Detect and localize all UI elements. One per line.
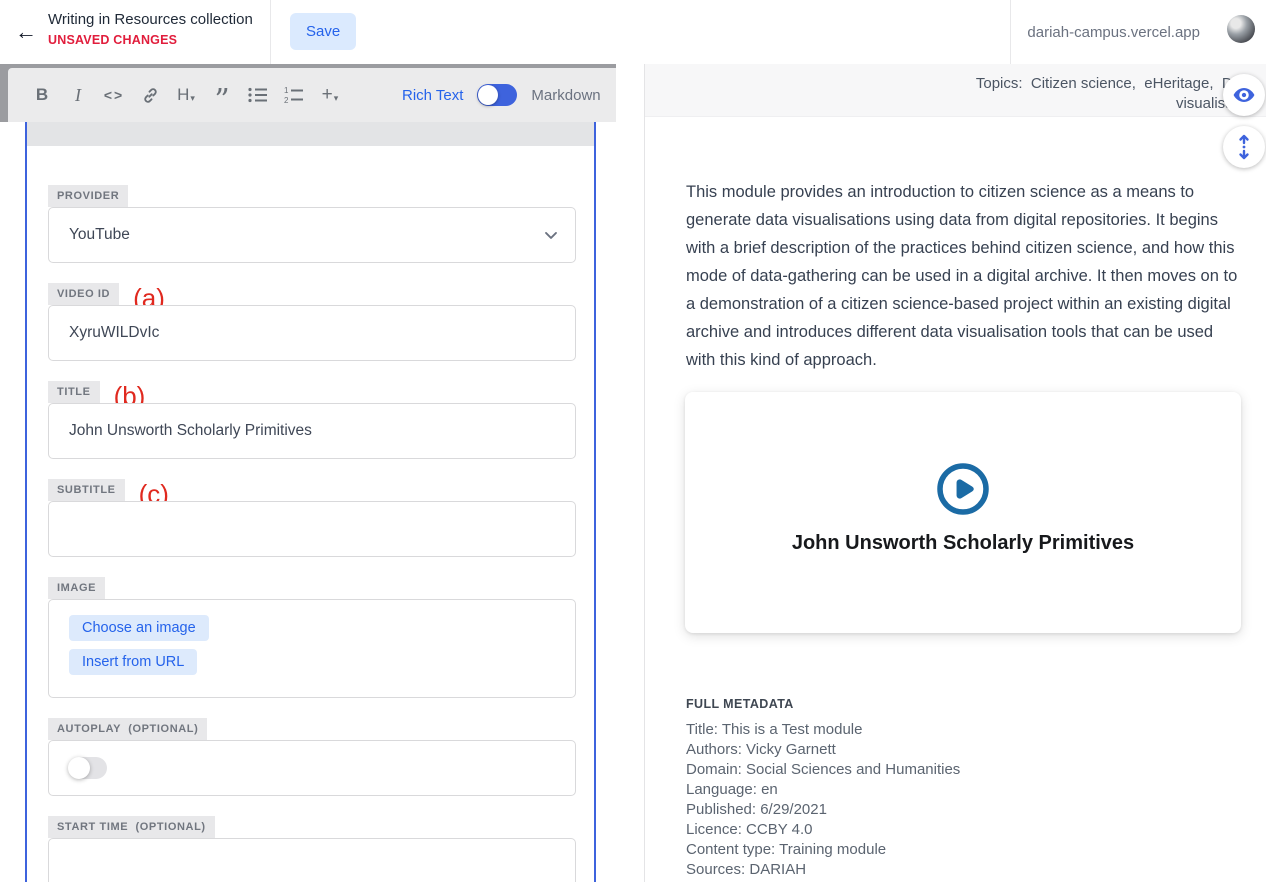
deployment-site-label: dariah-campus.vercel.app (1027, 24, 1200, 41)
save-button[interactable]: Save (290, 13, 356, 50)
title-label: TITLE (48, 381, 100, 403)
add-block-button[interactable]: +▾ (312, 77, 348, 113)
block-header-strip[interactable] (27, 122, 594, 146)
numbered-list-icon: 1 2 (284, 86, 304, 104)
image-field: IMAGE Choose an image Insert from URL (48, 577, 594, 698)
bulleted-list-icon (248, 87, 268, 103)
metadata-list: Title: This is a Test module Authors: Vi… (686, 720, 960, 880)
add-block-icon: + (322, 84, 333, 106)
scroll-sync-button[interactable] (1223, 126, 1265, 168)
numbered-list-button[interactable]: 1 2 (276, 77, 312, 113)
richtext-toolbar: B I <> H▾ ” (8, 68, 616, 122)
code-button[interactable]: <> (96, 77, 132, 113)
blockquote-button[interactable]: ” (204, 77, 240, 113)
unsaved-changes-badge: UNSAVED CHANGES (48, 33, 253, 47)
video-block-fields: PROVIDER YouTube VIDEO ID(a) XyruWILDvIc… (27, 185, 594, 882)
preview-panel: Topics: Citizen science, eHeritage, Da v… (644, 64, 1266, 882)
insert-from-url-button[interactable]: Insert from URL (69, 649, 197, 675)
preview-visibility-button[interactable] (1223, 74, 1265, 116)
toggle-knob (68, 757, 90, 779)
heading-icon: H (177, 85, 189, 105)
topics-band: Topics: Citizen science, eHeritage, Da v… (645, 64, 1266, 117)
video-block-selected[interactable]: PROVIDER YouTube VIDEO ID(a) XyruWILDvIc… (25, 122, 596, 882)
markdown-mode-label: Markdown (531, 87, 600, 104)
module-description: This module provides an introduction to … (686, 178, 1244, 374)
autoplay-label: AUTOPLAY (OPTIONAL) (48, 718, 207, 740)
svg-text:1: 1 (284, 86, 289, 95)
play-circle-icon (935, 461, 991, 517)
italic-button[interactable]: I (60, 77, 96, 113)
provider-value: YouTube (69, 226, 130, 243)
app-window: ← Writing in Resources collection UNSAVE… (0, 0, 1266, 882)
top-header: ← Writing in Resources collection UNSAVE… (0, 0, 1266, 64)
metadata-row-domain: Domain: Social Sciences and Humanities (686, 760, 960, 780)
chevron-down-icon: ▾ (334, 93, 339, 104)
subtitle-field: SUBTITLE(c) (48, 479, 594, 557)
avatar[interactable] (1227, 15, 1255, 43)
topics-line-2: visualisati (645, 94, 1241, 114)
provider-select[interactable]: YouTube (48, 207, 576, 263)
metadata-row-authors: Authors: Vicky Garnett (686, 740, 960, 760)
image-label: IMAGE (48, 577, 105, 599)
metadata-row-content-type: Content type: Training module (686, 840, 960, 860)
toolbar-backdrop: B I <> H▾ ” (0, 64, 616, 122)
metadata-row-language: Language: en (686, 780, 960, 800)
metadata-row-sources: Sources: DARIAH (686, 860, 960, 880)
video-preview-card[interactable]: John Unsworth Scholarly Primitives (685, 392, 1241, 633)
title-input[interactable]: John Unsworth Scholarly Primitives (48, 403, 576, 459)
video-id-label: VIDEO ID (48, 283, 119, 305)
bulleted-list-button[interactable] (240, 77, 276, 113)
autoplay-control (48, 740, 576, 796)
page-title: Writing in Resources collection (48, 11, 253, 28)
header-divider-right (1010, 0, 1011, 64)
header-divider (270, 0, 271, 64)
image-picker: Choose an image Insert from URL (48, 599, 576, 698)
link-button[interactable] (132, 77, 168, 113)
editor-panel: B I <> H▾ ” (0, 64, 616, 882)
link-icon (141, 86, 160, 105)
video-card-title: John Unsworth Scholarly Primitives (685, 532, 1241, 555)
metadata-row-title: Title: This is a Test module (686, 720, 960, 740)
title-field: TITLE(b) John Unsworth Scholarly Primiti… (48, 381, 594, 459)
full-metadata-heading: FULL METADATA (686, 697, 794, 711)
subtitle-label: SUBTITLE (48, 479, 125, 501)
start-time-label: START TIME (OPTIONAL) (48, 816, 215, 838)
provider-field: PROVIDER YouTube (48, 185, 594, 263)
play-button[interactable] (935, 461, 991, 522)
metadata-row-licence: Licence: CCBY 4.0 (686, 820, 960, 840)
heading-button[interactable]: H▾ (168, 77, 204, 113)
video-id-value: XyruWILDvIc (69, 324, 159, 341)
video-id-field: VIDEO ID(a) XyruWILDvIc (48, 283, 594, 361)
autoplay-toggle[interactable] (69, 757, 107, 779)
chevron-down-icon: ▾ (190, 93, 195, 104)
video-id-input[interactable]: XyruWILDvIc (48, 305, 576, 361)
mode-toggle[interactable] (477, 84, 517, 106)
header-titles: Writing in Resources collection UNSAVED … (48, 11, 253, 47)
chevron-down-icon (541, 225, 561, 245)
subtitle-input[interactable] (48, 501, 576, 557)
eye-icon (1231, 82, 1257, 108)
metadata-row-published: Published: 6/29/2021 (686, 800, 960, 820)
up-down-arrows-icon (1232, 134, 1256, 160)
title-value: John Unsworth Scholarly Primitives (69, 422, 312, 439)
autoplay-field: AUTOPLAY (OPTIONAL) (48, 718, 594, 796)
provider-label: PROVIDER (48, 185, 128, 207)
start-time-input[interactable] (48, 838, 576, 882)
back-arrow-icon[interactable]: ← (12, 18, 40, 46)
italic-icon: I (75, 85, 81, 106)
topics-line-1: Topics: Citizen science, eHeritage, Da (645, 74, 1241, 94)
richtext-mode-label: Rich Text (402, 87, 463, 104)
bold-icon: B (36, 85, 48, 105)
code-icon: <> (104, 87, 124, 103)
bold-button[interactable]: B (24, 77, 60, 113)
editor-mode-switch: Rich Text Markdown (402, 84, 601, 106)
start-time-field: START TIME (OPTIONAL) (48, 816, 594, 882)
toggle-knob (478, 85, 498, 105)
blockquote-icon: ” (214, 96, 229, 106)
choose-image-button[interactable]: Choose an image (69, 615, 209, 641)
svg-text:2: 2 (284, 96, 289, 104)
